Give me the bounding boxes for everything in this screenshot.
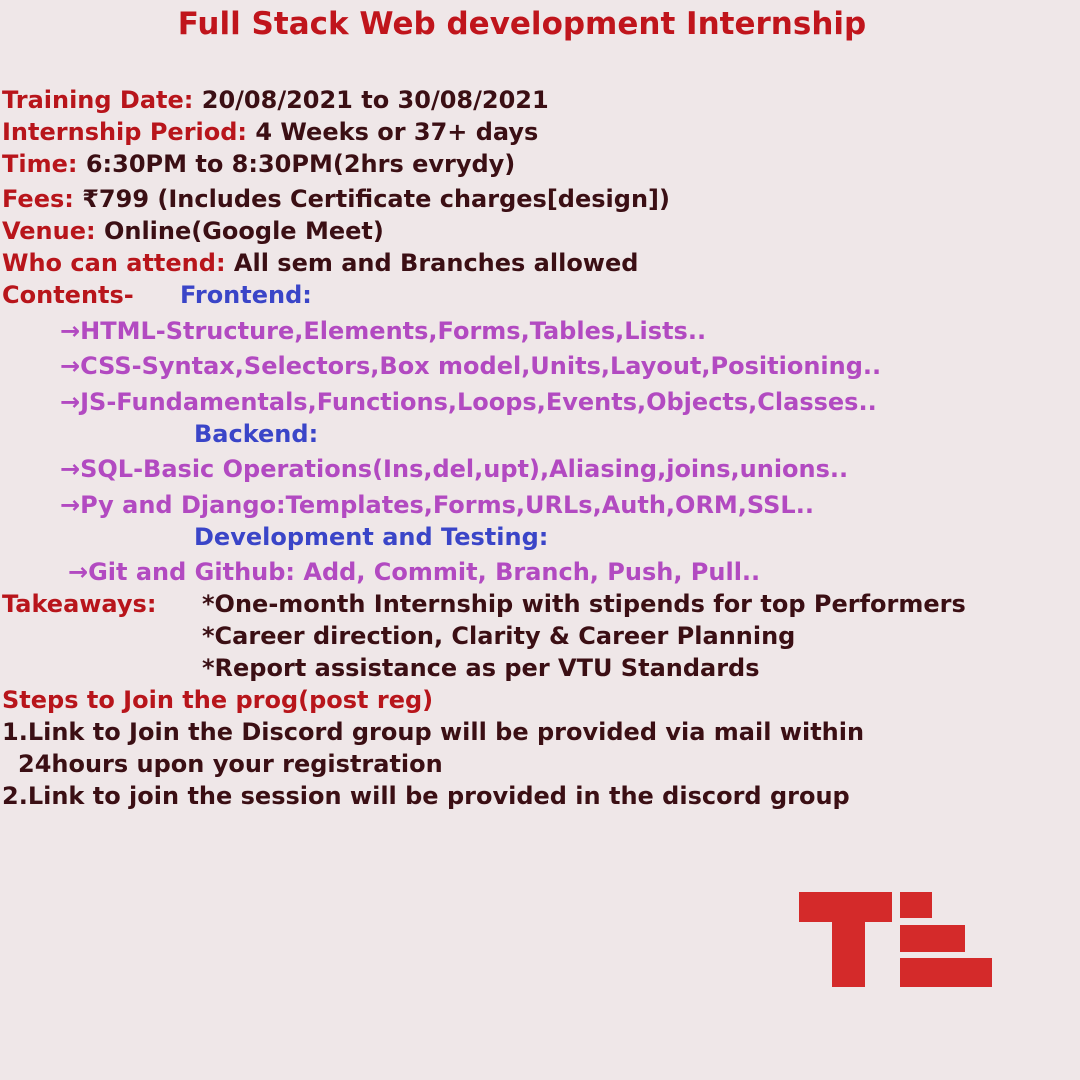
logo-t-stem bbox=[832, 892, 865, 987]
logo-l-bottom bbox=[900, 958, 992, 987]
detail-value: ₹799 (Includes Certificate charges[desig… bbox=[82, 185, 670, 213]
detail-label: Who can attend: bbox=[2, 249, 226, 277]
detail-label: Time: bbox=[2, 150, 78, 178]
backend-heading: Backend: bbox=[194, 420, 319, 448]
detail-value: All sem and Branches allowed bbox=[233, 249, 639, 277]
devtest-item: →Git and Github: Add, Commit, Branch, Pu… bbox=[68, 558, 761, 586]
takeaway-item: *Report assistance as per VTU Standards bbox=[202, 654, 760, 682]
step-1-line-1: 1.Link to Join the Discord group will be… bbox=[2, 718, 865, 746]
backend-item: →Py and Django:Templates,Forms,URLs,Auth… bbox=[60, 491, 814, 519]
devtest-heading: Development and Testing: bbox=[194, 523, 549, 551]
detail-label: Venue: bbox=[2, 217, 96, 245]
detail-time: Time: 6:30PM to 8:30PM(2hrs evrydy) bbox=[2, 148, 515, 180]
frontend-item: →HTML-Structure,Elements,Forms,Tables,Li… bbox=[60, 317, 707, 345]
frontend-heading: Frontend: bbox=[180, 281, 312, 309]
takeaways-label: Takeaways: bbox=[2, 590, 157, 618]
page-title: Full Stack Web development Internship bbox=[177, 6, 867, 42]
detail-training-date: Training Date: 20/08/2021 to 30/08/2021 bbox=[2, 84, 549, 116]
backend-item: →SQL-Basic Operations(Ins,del,upt),Alias… bbox=[60, 455, 849, 483]
steps-heading: Steps to Join the prog(post reg) bbox=[2, 686, 434, 714]
detail-value: 6:30PM to 8:30PM(2hrs evrydy) bbox=[85, 150, 516, 178]
frontend-item: →JS-Fundamentals,Functions,Loops,Events,… bbox=[60, 388, 877, 416]
detail-label: Fees: bbox=[2, 185, 74, 213]
logo-l-top bbox=[900, 892, 932, 918]
logo-t-bar bbox=[799, 892, 892, 922]
detail-internship-period: Internship Period: 4 Weeks or 37+ days bbox=[2, 116, 538, 148]
detail-value: 4 Weeks or 37+ days bbox=[255, 118, 539, 146]
takeaway-item: *Career direction, Clarity & Career Plan… bbox=[202, 622, 796, 650]
step-1-line-2: 24hours upon your registration bbox=[18, 750, 443, 778]
takeaway-item: *One-month Internship with stipends for … bbox=[202, 590, 966, 618]
detail-fees: Fees: ₹799 (Includes Certificate charges… bbox=[2, 183, 670, 215]
step-2: 2.Link to join the session will be provi… bbox=[2, 782, 850, 810]
detail-who-can-attend: Who can attend: All sem and Branches all… bbox=[2, 247, 638, 279]
detail-value: 20/08/2021 to 30/08/2021 bbox=[201, 86, 549, 114]
frontend-item: →CSS-Syntax,Selectors,Box model,Units,La… bbox=[60, 352, 882, 380]
detail-label: Internship Period: bbox=[2, 118, 248, 146]
detail-value: Online(Google Meet) bbox=[103, 217, 384, 245]
detail-label: Training Date: bbox=[2, 86, 194, 114]
detail-venue: Venue: Online(Google Meet) bbox=[2, 215, 384, 247]
logo-l-middle bbox=[900, 925, 965, 952]
contents-label: Contents- bbox=[2, 281, 134, 309]
